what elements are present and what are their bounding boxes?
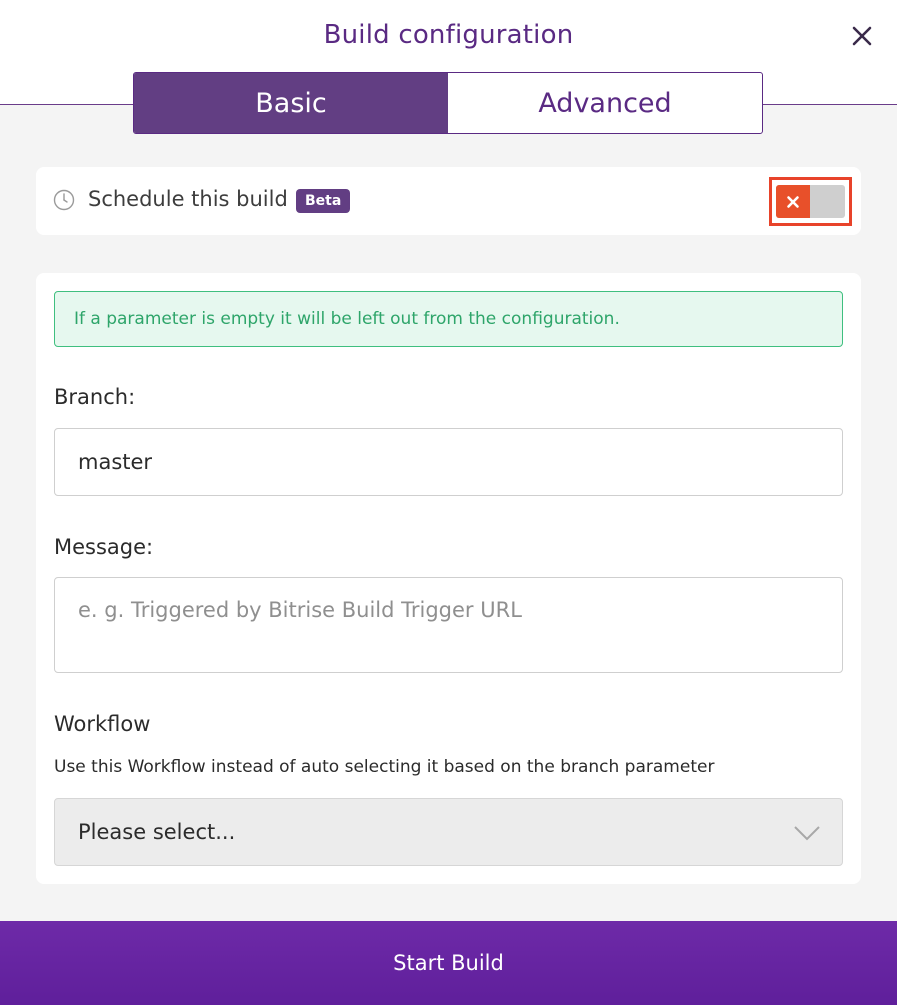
schedule-toggle-highlight[interactable]: [769, 177, 852, 226]
schedule-toggle[interactable]: [776, 185, 845, 218]
start-build-button[interactable]: Start Build: [0, 921, 897, 1005]
message-label: Message:: [54, 535, 154, 559]
close-button[interactable]: [848, 22, 876, 50]
branch-input[interactable]: [54, 428, 843, 496]
dialog-title: Build configuration: [323, 20, 574, 50]
beta-badge: Beta: [296, 189, 351, 213]
parameters-panel: If a parameter is empty it will be left …: [36, 273, 861, 884]
x-icon: [787, 195, 799, 208]
tab-basic[interactable]: Basic: [134, 73, 448, 133]
schedule-label: Schedule this build: [88, 187, 288, 211]
message-input[interactable]: [54, 577, 843, 673]
info-notice: If a parameter is empty it will be left …: [54, 291, 843, 347]
workflow-select-value: Please select...: [78, 820, 236, 844]
close-icon[interactable]: [848, 22, 876, 50]
workflow-label: Workflow: [54, 712, 151, 736]
chevron-down-icon: [794, 826, 820, 841]
clock-icon: [53, 189, 75, 211]
tab-advanced[interactable]: Advanced: [448, 73, 762, 133]
branch-label: Branch:: [54, 385, 136, 409]
workflow-helper-text: Use this Workflow instead of auto select…: [54, 757, 715, 777]
workflow-select[interactable]: Please select...: [54, 798, 843, 866]
toggle-knob[interactable]: [776, 185, 810, 218]
tab-bar: Basic Advanced: [133, 72, 763, 134]
schedule-panel: Schedule this build Beta: [36, 167, 861, 235]
